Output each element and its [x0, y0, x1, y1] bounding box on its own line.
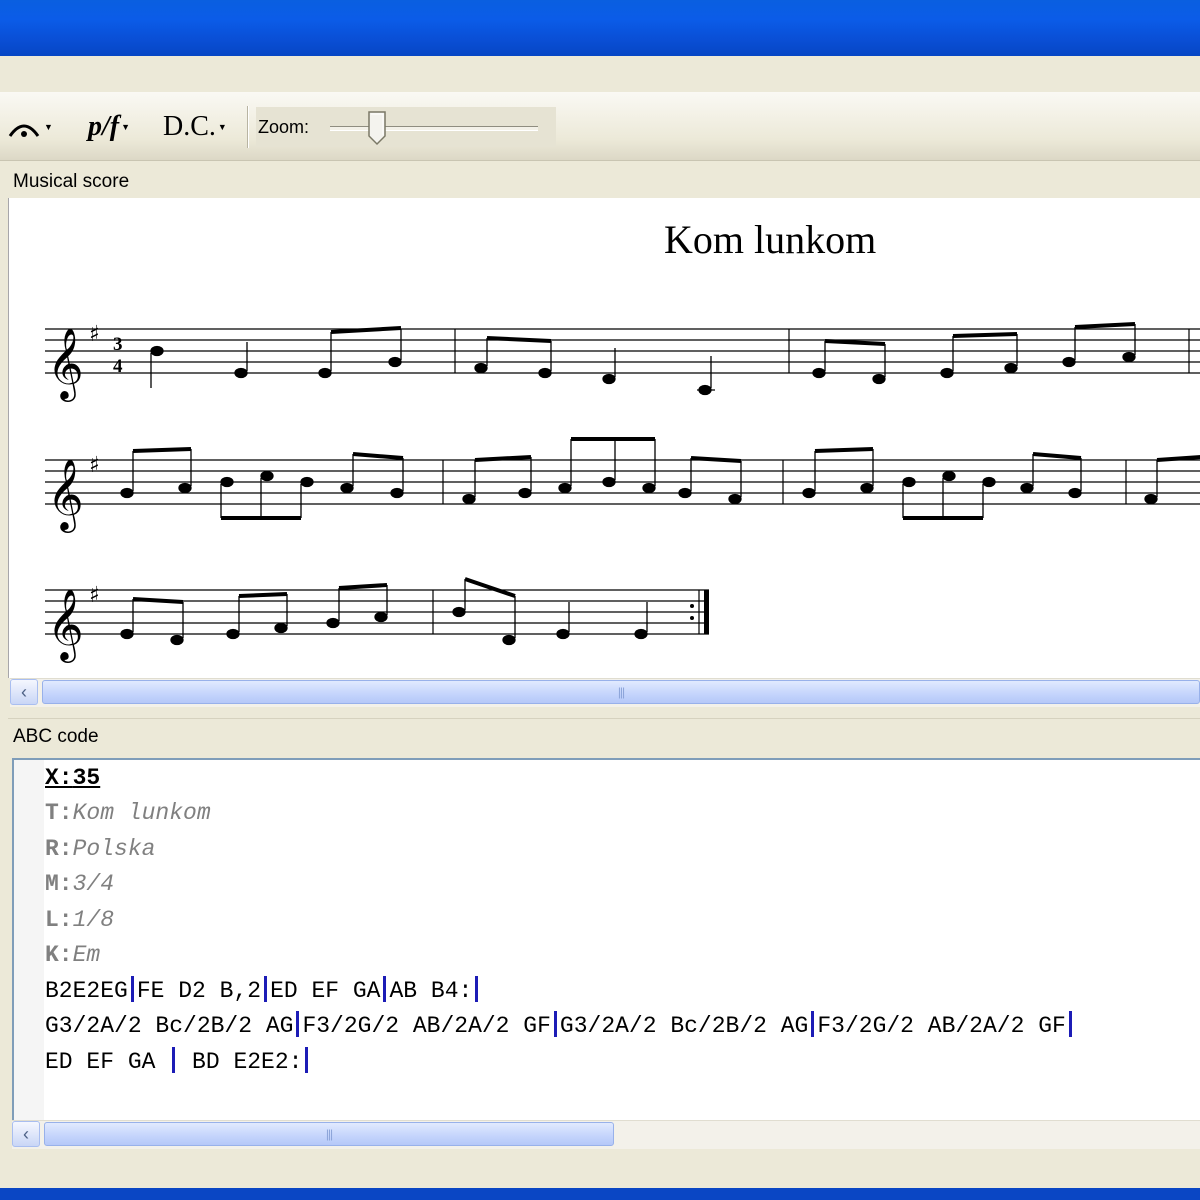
svg-text:♯: ♯ [89, 322, 100, 347]
abc-music-line-1: B2E2EG FE D2 B,2 ED EF GA AB B4: [45, 976, 481, 1006]
dynamics-label: p/f [88, 111, 120, 142]
abc-measure: ED EF GA [45, 1049, 170, 1075]
abc-measure: FE D2 B,2 [136, 978, 262, 1004]
window-titlebar [0, 0, 1200, 56]
chevron-down-icon: ▼ [217, 122, 227, 132]
barline [172, 1047, 176, 1073]
svg-text:♯: ♯ [89, 583, 100, 608]
score-panel-header: Musical score [8, 164, 1200, 198]
abc-measure: G3/2A/2 Bc/2B/2 AG [559, 1013, 809, 1039]
menu-bar [0, 56, 1200, 93]
score-horizontal-scrollbar[interactable]: ‹ ||| [10, 678, 1200, 707]
abc-line-l: L:1/8 [45, 905, 114, 935]
svg-text:𝄞: 𝄞 [47, 457, 84, 533]
abc-key: X: [45, 765, 73, 791]
abc-music-line-3: ED EF GA BD E2E2: [45, 1047, 311, 1077]
musical-score-view[interactable]: Kom lunkom 𝄞 𝄞 𝄞 ♯ ♯ ♯ 3 4 [8, 198, 1200, 678]
score-notation: 𝄞 𝄞 𝄞 ♯ ♯ ♯ 3 4 [45, 322, 1200, 663]
abc-music-line-2: G3/2A/2 Bc/2B/2 AG F3/2G/2 AB/2A/2 GF G3/2… [45, 1011, 1075, 1041]
abc-line-m: M:3/4 [45, 869, 114, 899]
barline [130, 976, 134, 1002]
abc-value: 1/8 [72, 907, 115, 933]
svg-text:♯: ♯ [89, 453, 100, 478]
abc-measure: G3/2A/2 Bc/2B/2 AG [45, 1013, 294, 1039]
barline [811, 1011, 815, 1037]
abc-key: R: [45, 836, 73, 862]
zoom-slider-thumb[interactable] [367, 110, 387, 146]
abc-key: L: [45, 907, 73, 933]
window-bottom-border [0, 1188, 1200, 1200]
zoom-label: Zoom: [258, 117, 310, 137]
barline [1068, 1011, 1072, 1037]
abc-line-r: R:Polska [45, 834, 155, 864]
scroll-left-button[interactable]: ‹ [10, 679, 38, 705]
chevron-down-icon: ▼ [44, 122, 53, 132]
barline [553, 1011, 557, 1037]
zoom-slider-track[interactable] [330, 126, 538, 131]
scroll-thumb[interactable]: ||| [44, 1122, 614, 1146]
chevron-left-icon: ‹ [23, 1123, 29, 1144]
abc-value: Kom lunkom [72, 800, 211, 826]
abc-panel-title: ABC code [13, 726, 99, 747]
abc-line-t: T:Kom lunkom [45, 798, 211, 828]
fermata-dropdown-button[interactable]: ▼ [6, 104, 53, 150]
barline [296, 1011, 300, 1037]
abc-value: 35 [72, 765, 101, 791]
dynamics-dropdown-button[interactable]: p/f ▼ [88, 104, 130, 150]
abc-measure: F3/2G/2 AB/2A/2 GF [817, 1013, 1066, 1039]
chevron-down-icon: ▼ [121, 122, 131, 132]
abc-measure: B2E2EG [45, 978, 128, 1004]
scroll-thumb[interactable]: ||| [42, 680, 1200, 704]
abc-measure: BD E2E2: [178, 1049, 303, 1075]
barline [264, 976, 268, 1002]
abc-key: T: [45, 800, 73, 826]
abc-key: M: [45, 871, 73, 897]
toolbar-separator [247, 106, 248, 148]
abc-value: Polska [72, 836, 156, 862]
editor-gutter [14, 760, 44, 1120]
svg-text:3: 3 [113, 334, 123, 355]
svg-text:𝄞: 𝄞 [47, 326, 84, 402]
barline [383, 976, 387, 1002]
barline [305, 1047, 309, 1073]
abc-key: K: [45, 942, 73, 968]
abc-code-editor[interactable]: X:35 T:Kom lunkom R:Polska M:3/4 L:1/8 K… [12, 758, 1200, 1120]
svg-text:𝄞: 𝄞 [47, 587, 84, 663]
abc-horizontal-scrollbar[interactable]: ‹ ||| [12, 1120, 1200, 1149]
dc-label: D.C. [163, 111, 216, 142]
abc-value: 3/4 [72, 871, 115, 897]
abc-line-k: K:Em [45, 940, 100, 970]
score-panel-title: Musical score [13, 171, 130, 192]
abc-measure: AB B4: [389, 978, 473, 1004]
abc-value: Em [72, 942, 101, 968]
scroll-left-button[interactable]: ‹ [12, 1121, 40, 1147]
abc-panel-header: ABC code [8, 718, 1200, 753]
barline [475, 976, 479, 1002]
chevron-left-icon: ‹ [21, 681, 27, 702]
svg-text:4: 4 [113, 356, 123, 377]
abc-measure: F3/2G/2 AB/2A/2 GF [302, 1013, 551, 1039]
fermata-icon [8, 124, 40, 137]
abc-line-x: X:35 [45, 763, 100, 793]
abc-measure: ED EF GA [270, 978, 381, 1004]
dc-dropdown-button[interactable]: D.C. ▼ [163, 104, 227, 150]
